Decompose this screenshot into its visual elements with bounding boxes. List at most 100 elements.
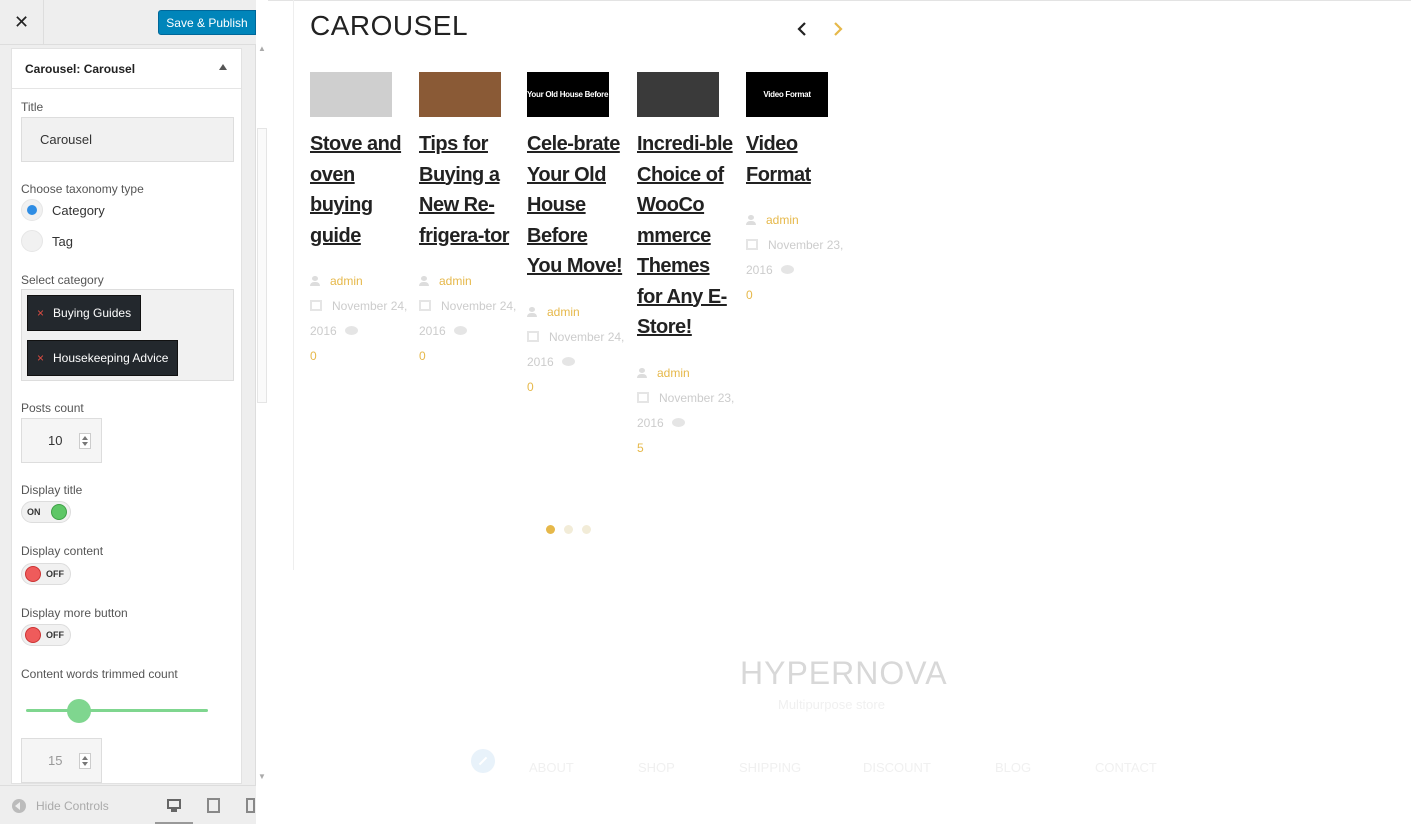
carousel-dot[interactable] (546, 525, 555, 534)
footer-nav-link[interactable]: ABOUT (529, 760, 574, 775)
remove-chip-icon[interactable]: × (37, 351, 44, 365)
post-date: November 23, 2016 (746, 238, 844, 277)
toggle-state: OFF (46, 630, 64, 640)
radio-tag-label[interactable]: Tag (52, 234, 73, 249)
post-title-link[interactable]: Stove and oven buying guide (310, 129, 408, 251)
chevron-right-icon (834, 22, 843, 36)
scroll-up-icon[interactable]: ▲ (258, 44, 266, 53)
post-title-link[interactable]: Tips for Buying a New Re-frigera-tor (419, 129, 517, 251)
post-title-link[interactable]: Video Format (746, 129, 844, 190)
post-date: November 24, 2016 (310, 299, 408, 338)
tablet-preview-button[interactable] (205, 796, 223, 814)
carousel-next-button[interactable] (830, 20, 846, 38)
footer-nav-link[interactable]: CONTACT (1095, 760, 1157, 775)
radio-tag[interactable] (21, 230, 43, 252)
post-meta: admin November 24, 2016 0 (310, 269, 410, 369)
widget-header-name: Carousel (83, 61, 136, 76)
carousel-prev-button[interactable] (794, 20, 810, 38)
remove-chip-icon[interactable]: × (37, 306, 44, 320)
desktop-preview-button[interactable] (165, 796, 183, 814)
post-thumbnail[interactable] (310, 72, 392, 117)
footer-nav-link[interactable]: DISCOUNT (863, 760, 931, 775)
calendar-icon (746, 239, 758, 250)
hide-controls-label: Hide Controls (36, 799, 109, 813)
calendar-icon (527, 330, 539, 342)
carousel-dot[interactable] (564, 525, 573, 534)
post-comment-count[interactable]: 0 (746, 288, 753, 302)
post-author-link[interactable]: admin (547, 305, 580, 319)
display-content-toggle[interactable]: OFF (21, 563, 71, 585)
widget-panel: Carousel: Carousel Title Carousel Choose… (11, 48, 242, 784)
divider (268, 0, 1411, 1)
post-comment-count[interactable]: 5 (637, 441, 644, 455)
post-thumbnail-text (637, 72, 719, 117)
close-customizer-button[interactable]: ✕ (0, 0, 44, 45)
comment-icon (561, 356, 575, 366)
customizer-sidebar: ✕ Save & Publish Carousel: Carousel Titl… (0, 0, 266, 824)
widget-header-prefix: Carousel: (25, 61, 81, 76)
post-author-link[interactable]: admin (657, 366, 690, 380)
post-comment-count[interactable]: 0 (310, 349, 317, 363)
carousel-post: Tips for Buying a New Re-frigera-tor admi… (419, 72, 519, 369)
user-icon (419, 276, 429, 286)
collapse-left-icon (12, 799, 26, 813)
comment-icon (780, 265, 794, 274)
save-publish-button[interactable]: Save & Publish (158, 10, 256, 35)
toggle-knob (51, 504, 67, 520)
footer-nav-link[interactable]: SHIPPING (739, 760, 801, 775)
display-title-toggle[interactable]: ON (21, 501, 71, 523)
display-more-label: Display more button (21, 606, 128, 620)
trim-count-stepper[interactable]: 15 (21, 738, 102, 783)
post-meta: admin November 23, 2016 0 (746, 208, 846, 308)
stepper-arrows-icon[interactable] (79, 753, 91, 769)
post-thumbnail[interactable]: e Your Old House Before Y (527, 72, 609, 117)
site-brand[interactable]: HYPERNOVA (740, 655, 948, 692)
post-author-link[interactable]: admin (766, 213, 799, 227)
display-more-toggle[interactable]: OFF (21, 624, 71, 646)
post-date: November 24, 2016 (419, 299, 517, 338)
post-author-link[interactable]: admin (439, 274, 472, 288)
post-thumbnail[interactable] (637, 72, 719, 117)
user-icon (310, 276, 320, 286)
sidebar-scrollbar[interactable] (257, 128, 267, 403)
trim-count-slider-handle[interactable] (67, 699, 91, 723)
collapse-arrow-icon[interactable] (219, 64, 227, 70)
footer-nav-link[interactable]: BLOG (995, 760, 1031, 775)
post-title-link[interactable]: Incredi-ble Choice of WooCo mmerce Theme… (637, 129, 735, 343)
post-comment-count[interactable]: 0 (419, 349, 426, 363)
post-meta: admin November 24, 2016 0 (419, 269, 519, 369)
display-content-label: Display content (21, 544, 104, 558)
comment-icon (453, 326, 467, 335)
edit-shortcut-icon[interactable] (471, 749, 495, 773)
carousel-dots (546, 525, 600, 534)
user-icon (746, 215, 756, 225)
trim-count-slider[interactable] (26, 709, 208, 712)
category-chip[interactable]: × Housekeeping Advice (27, 340, 179, 376)
post-thumbnail[interactable] (419, 72, 501, 117)
post-title-link[interactable]: Cele-brate Your Old House Before You Mov… (527, 129, 625, 282)
toggle-state: OFF (46, 569, 64, 579)
stepper-arrows-icon[interactable] (79, 433, 91, 449)
post-comment-count[interactable]: 0 (527, 380, 534, 394)
post-thumbnail-text: Video Format (763, 90, 811, 99)
scroll-down-icon[interactable]: ▼ (258, 772, 266, 781)
post-thumbnail[interactable]: Video Format (746, 72, 828, 117)
category-label: Select category (21, 273, 104, 287)
radio-category-label[interactable]: Category (52, 203, 105, 218)
category-chip[interactable]: × Buying Guides (27, 295, 142, 331)
carousel-dot[interactable] (582, 525, 591, 534)
post-thumbnail-text: e Your Old House Before Y (527, 90, 609, 99)
category-select[interactable]: × Buying Guides × Housekeeping Advice (21, 289, 234, 381)
title-input[interactable]: Carousel (21, 117, 234, 162)
hide-controls-button[interactable]: Hide Controls (12, 799, 109, 813)
posts-count-stepper[interactable]: 10 (21, 418, 102, 463)
mobile-preview-button[interactable] (244, 796, 262, 814)
toggle-knob (25, 627, 41, 643)
category-chip-label: Buying Guides (53, 306, 132, 320)
footer-nav-link[interactable]: SHOP (638, 760, 675, 775)
posts-count-label: Posts count (21, 401, 84, 415)
widget-header[interactable]: Carousel: Carousel (12, 49, 241, 89)
post-author-link[interactable]: admin (330, 274, 363, 288)
calendar-icon (637, 391, 649, 403)
radio-category[interactable] (21, 199, 43, 221)
